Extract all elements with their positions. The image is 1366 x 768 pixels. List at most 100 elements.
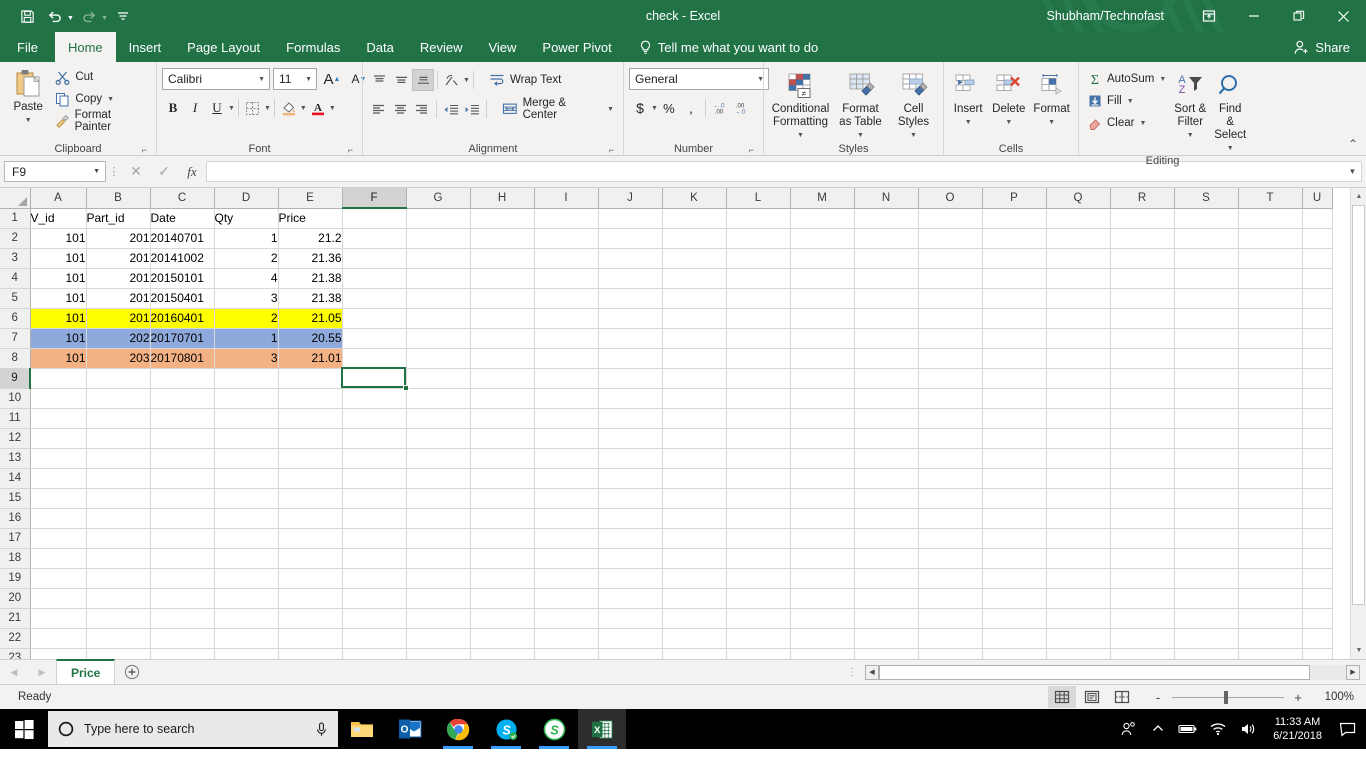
- show-hidden-icons-chevron[interactable]: [1143, 709, 1173, 749]
- cell-I19[interactable]: [534, 568, 599, 589]
- user-account-name[interactable]: Shubham/Technofast: [1047, 9, 1164, 23]
- cell-O1[interactable]: [918, 208, 983, 229]
- row-header-11[interactable]: 11: [0, 408, 31, 429]
- cell-N7[interactable]: [854, 328, 919, 349]
- paste-dropdown-caret[interactable]: ▼: [25, 114, 32, 127]
- battery-icon[interactable]: [1173, 709, 1203, 749]
- page-layout-view-button[interactable]: [1078, 686, 1106, 708]
- cell-E5[interactable]: 21.38: [278, 288, 343, 309]
- cell-S5[interactable]: [1174, 288, 1239, 309]
- cell-G7[interactable]: [406, 328, 471, 349]
- cell-B5[interactable]: 201: [86, 288, 151, 309]
- cell-B11[interactable]: [86, 408, 151, 429]
- cell-A19[interactable]: [30, 568, 87, 589]
- cell-H10[interactable]: [470, 388, 535, 409]
- insert-cells-caret[interactable]: ▼: [965, 116, 972, 129]
- cell-M9[interactable]: [790, 368, 855, 389]
- cell-E7[interactable]: 20.55: [278, 328, 343, 349]
- cell-B21[interactable]: [86, 608, 151, 629]
- cell-S10[interactable]: [1174, 388, 1239, 409]
- cell-D18[interactable]: [214, 548, 279, 569]
- cell-T17[interactable]: [1238, 528, 1303, 549]
- cell-M8[interactable]: [790, 348, 855, 369]
- cell-L16[interactable]: [726, 508, 791, 529]
- column-header-M[interactable]: M: [790, 188, 855, 209]
- cell-B15[interactable]: [86, 488, 151, 509]
- cell-Q15[interactable]: [1046, 488, 1111, 509]
- cell-B4[interactable]: 201: [86, 268, 151, 289]
- cell-E2[interactable]: 21.2: [278, 228, 343, 249]
- cut-button[interactable]: Cut: [51, 66, 151, 88]
- cell-G11[interactable]: [406, 408, 471, 429]
- cell-G20[interactable]: [406, 588, 471, 609]
- cell-Q18[interactable]: [1046, 548, 1111, 569]
- cell-C11[interactable]: [150, 408, 215, 429]
- cell-S16[interactable]: [1174, 508, 1239, 529]
- cell-R12[interactable]: [1110, 428, 1175, 449]
- cell-C20[interactable]: [150, 588, 215, 609]
- cell-F9[interactable]: [342, 368, 407, 389]
- volume-icon[interactable]: [1233, 709, 1263, 749]
- cell-Q6[interactable]: [1046, 308, 1111, 329]
- sort-filter-caret[interactable]: ▼: [1187, 129, 1194, 142]
- alignment-dialog-launcher[interactable]: ⌐: [609, 145, 614, 155]
- cell-F6[interactable]: [342, 308, 407, 329]
- cell-F11[interactable]: [342, 408, 407, 429]
- cell-F8[interactable]: [342, 348, 407, 369]
- save-icon[interactable]: [14, 3, 40, 29]
- cell-R23[interactable]: [1110, 648, 1175, 659]
- cell-E11[interactable]: [278, 408, 343, 429]
- cell-N18[interactable]: [854, 548, 919, 569]
- cell-C18[interactable]: [150, 548, 215, 569]
- cell-H19[interactable]: [470, 568, 535, 589]
- cell-M12[interactable]: [790, 428, 855, 449]
- cell-B2[interactable]: 201: [86, 228, 151, 249]
- cell-T14[interactable]: [1238, 468, 1303, 489]
- taskbar-file-explorer[interactable]: [338, 709, 386, 749]
- cell-I4[interactable]: [534, 268, 599, 289]
- cell-A6[interactable]: 101: [30, 308, 87, 329]
- cell-O14[interactable]: [918, 468, 983, 489]
- cell-I6[interactable]: [534, 308, 599, 329]
- cancel-icon[interactable]: ✕: [122, 160, 150, 184]
- column-header-D[interactable]: D: [214, 188, 279, 209]
- row-header-23[interactable]: 23: [0, 648, 31, 659]
- font-size-select[interactable]: 11 ▼: [273, 68, 317, 90]
- cell-Q17[interactable]: [1046, 528, 1111, 549]
- tab-data[interactable]: Data: [353, 32, 406, 62]
- cell-C13[interactable]: [150, 448, 215, 469]
- cell-R7[interactable]: [1110, 328, 1175, 349]
- cell-T12[interactable]: [1238, 428, 1303, 449]
- cell-A1[interactable]: V_id: [30, 208, 87, 229]
- column-header-E[interactable]: E: [278, 188, 343, 209]
- cell-I3[interactable]: [534, 248, 599, 269]
- font-dialog-launcher[interactable]: ⌐: [348, 145, 353, 155]
- cell-I22[interactable]: [534, 628, 599, 649]
- row-header-19[interactable]: 19: [0, 568, 31, 589]
- row-header-13[interactable]: 13: [0, 448, 31, 469]
- cell-N3[interactable]: [854, 248, 919, 269]
- column-header-K[interactable]: K: [662, 188, 727, 209]
- normal-view-button[interactable]: [1048, 686, 1076, 708]
- cell-S23[interactable]: [1174, 648, 1239, 659]
- cell-A8[interactable]: 101: [30, 348, 87, 369]
- cell-E19[interactable]: [278, 568, 343, 589]
- cell-A5[interactable]: 101: [30, 288, 87, 309]
- cell-I17[interactable]: [534, 528, 599, 549]
- cell-F10[interactable]: [342, 388, 407, 409]
- cell-Q22[interactable]: [1046, 628, 1111, 649]
- cell-A15[interactable]: [30, 488, 87, 509]
- cell-C17[interactable]: [150, 528, 215, 549]
- cell-F1[interactable]: [342, 208, 407, 229]
- cell-M2[interactable]: [790, 228, 855, 249]
- cell-E14[interactable]: [278, 468, 343, 489]
- cell-T1[interactable]: [1238, 208, 1303, 229]
- cell-G21[interactable]: [406, 608, 471, 629]
- cell-U21[interactable]: [1302, 608, 1333, 629]
- cell-F19[interactable]: [342, 568, 407, 589]
- cell-T6[interactable]: [1238, 308, 1303, 329]
- cell-R13[interactable]: [1110, 448, 1175, 469]
- cell-K6[interactable]: [662, 308, 727, 329]
- cell-O19[interactable]: [918, 568, 983, 589]
- grid-viewport[interactable]: A B C D E F G H I J K L M N O P Q R S T …: [0, 188, 1350, 659]
